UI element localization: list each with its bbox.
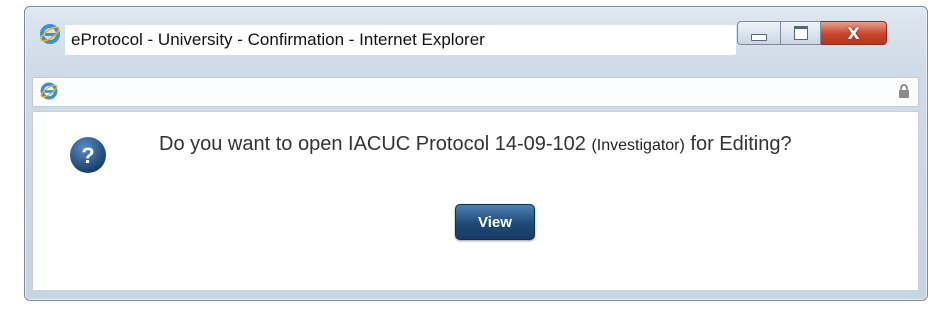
- window-title: eProtocol - University - Confirmation - …: [65, 25, 736, 55]
- window-controls: X: [737, 21, 887, 45]
- svg-text:?: ?: [81, 143, 94, 168]
- ie-page-icon: [40, 82, 58, 100]
- dialog-content: ? Do you want to open IACUC Protocol 14-…: [32, 111, 919, 291]
- confirmation-message: Do you want to open IACUC Protocol 14-09…: [159, 134, 904, 156]
- view-button[interactable]: View: [455, 204, 535, 240]
- maximize-button[interactable]: [781, 21, 821, 45]
- lock-icon: [899, 84, 909, 98]
- minimize-button[interactable]: [737, 21, 781, 45]
- question-icon: ?: [70, 137, 106, 173]
- message-prefix: Do you want to open IACUC Protocol 14-09…: [159, 133, 592, 155]
- role-label: (Investigator): [591, 137, 685, 154]
- address-bar[interactable]: [32, 77, 919, 107]
- browser-popup-window: eProtocol - University - Confirmation - …: [24, 6, 928, 301]
- title-bar[interactable]: eProtocol - University - Confirmation - …: [25, 7, 927, 71]
- maximize-icon: [793, 26, 808, 40]
- close-icon: X: [847, 23, 860, 43]
- close-button[interactable]: X: [821, 21, 887, 45]
- minimize-icon: [751, 33, 767, 41]
- ie-icon: [40, 24, 60, 44]
- message-suffix: for Editing?: [684, 133, 792, 155]
